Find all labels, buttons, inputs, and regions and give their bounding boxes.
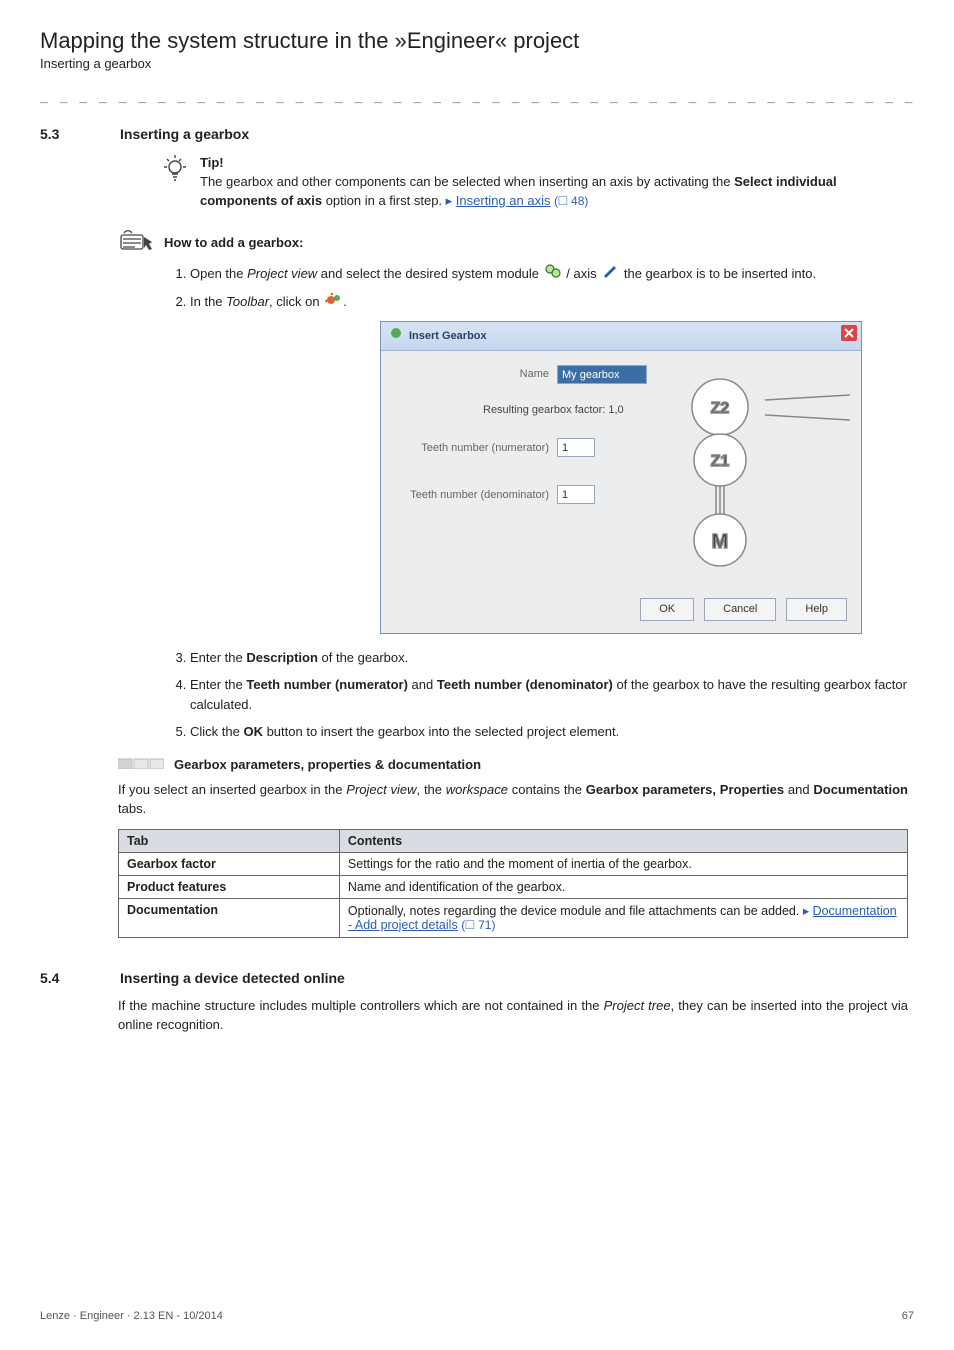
td-r1c1: Gearbox factor xyxy=(119,852,340,875)
label-name: Name xyxy=(399,366,549,383)
step2-i: Toolbar xyxy=(226,294,269,309)
input-name[interactable]: My gearbox xyxy=(557,365,647,384)
pageref-48: (🞎 48) xyxy=(554,194,588,208)
td-r3c1: Documentation xyxy=(119,898,340,937)
tab-strip-icon xyxy=(118,756,164,774)
axis-icon xyxy=(602,264,618,284)
para-e: tabs. xyxy=(118,801,146,816)
th-tab: Tab xyxy=(119,829,340,852)
s54-i: Project tree xyxy=(604,998,671,1013)
para-b: , the xyxy=(417,782,446,797)
step4-a: Enter the xyxy=(190,677,246,692)
footer-page-number: 67 xyxy=(902,1310,914,1322)
step5-bold: OK xyxy=(243,724,263,739)
para-bold1: Gearbox parameters, Properties xyxy=(586,782,784,797)
close-icon[interactable] xyxy=(841,325,857,347)
label-denominator: Teeth number (denominator) xyxy=(399,487,549,504)
svg-text:M: M xyxy=(712,531,729,553)
step2-c: . xyxy=(343,294,347,309)
label-result: Resulting gearbox factor: 1,0 xyxy=(483,402,665,419)
td-r3c2a: Optionally, notes regarding the device m… xyxy=(348,904,803,918)
input-numerator[interactable]: 1 xyxy=(557,438,595,457)
ok-button[interactable]: OK xyxy=(640,598,694,621)
step1-b: and select the desired system module xyxy=(317,266,542,281)
dialog-title-icon xyxy=(389,326,403,346)
pageref-71: (🞎 71) xyxy=(461,918,495,932)
dialog-title: Insert Gearbox xyxy=(409,328,487,345)
tabs-table: Tab Contents Gearbox factor Settings for… xyxy=(118,829,908,938)
paragraph-text: If you select an inserted gearbox in the… xyxy=(118,780,908,819)
th-contents: Contents xyxy=(339,829,907,852)
gearbox-diagram: Z2 Z1 M xyxy=(685,365,855,581)
step3-bold: Description xyxy=(246,650,318,665)
para-a: If you select an inserted gearbox in the xyxy=(118,782,346,797)
label-numerator: Teeth number (numerator) xyxy=(399,440,549,457)
input-denominator[interactable]: 1 xyxy=(557,485,595,504)
step3-a: Enter the xyxy=(190,650,246,665)
tip-text: The gearbox and other components can be … xyxy=(200,173,900,211)
step-3: Enter the Description of the gearbox. xyxy=(190,648,910,668)
procedure-icon xyxy=(120,229,154,256)
para-c: contains the xyxy=(508,782,586,797)
chapter-title: Mapping the system structure in the »Eng… xyxy=(40,28,914,54)
step1-a: Open the xyxy=(190,266,247,281)
footer-left: Lenze · Engineer · 2.13 EN - 10/2014 xyxy=(40,1310,223,1322)
help-button[interactable]: Help xyxy=(786,598,847,621)
separator-dashes: _ _ _ _ _ _ _ _ _ _ _ _ _ _ _ _ _ _ _ _ … xyxy=(40,89,914,104)
step1-i: Project view xyxy=(247,266,317,281)
section-number-53: 5.3 xyxy=(40,126,120,142)
td-r2c2: Name and identification of the gearbox. xyxy=(339,875,907,898)
cancel-button[interactable]: Cancel xyxy=(704,598,776,621)
link-inserting-axis[interactable]: Inserting an axis xyxy=(456,193,551,208)
para-bold2: Documentation xyxy=(813,782,908,797)
gearbox-toolbar-icon xyxy=(325,292,341,314)
step4-bold1: Teeth number (numerator) xyxy=(246,677,408,692)
step-5: Click the OK button to insert the gearbo… xyxy=(190,722,910,742)
paragraph-title: Gearbox parameters, properties & documen… xyxy=(174,757,481,772)
lightbulb-icon xyxy=(162,154,188,189)
para-d: and xyxy=(784,782,813,797)
section-heading-54: Inserting a device detected online xyxy=(120,970,345,986)
step1-c: / axis xyxy=(566,266,600,281)
section-heading-53: Inserting a gearbox xyxy=(120,126,249,142)
step3-b: of the gearbox. xyxy=(318,650,408,665)
td-r1c2: Settings for the ratio and the moment of… xyxy=(339,852,907,875)
tip-text-a: The gearbox and other components can be … xyxy=(200,174,734,189)
insert-gearbox-dialog-screenshot: Insert Gearbox Name My gearbox Resulting… xyxy=(380,321,910,634)
para-i2: workspace xyxy=(446,782,508,797)
step5-b: button to insert the gearbox into the se… xyxy=(263,724,619,739)
para-i1: Project view xyxy=(346,782,416,797)
section-number-54: 5.4 xyxy=(40,970,120,986)
s54-a: If the machine structure includes multip… xyxy=(118,998,604,1013)
step4-bold2: Teeth number (denominator) xyxy=(437,677,613,692)
step1-d: the gearbox is to be inserted into. xyxy=(624,266,816,281)
tip-text-b: option in a first step. xyxy=(322,193,446,208)
step5-a: Click the xyxy=(190,724,243,739)
step4-mid: and xyxy=(408,677,437,692)
step-4: Enter the Teeth number (numerator) and T… xyxy=(190,675,910,714)
step2-b: , click on xyxy=(269,294,323,309)
step-2: In the Toolbar, click on . Insert Gearbo… xyxy=(190,292,910,634)
howto-label: How to add a gearbox: xyxy=(164,235,303,250)
svg-text:Z1: Z1 xyxy=(711,453,730,470)
chapter-subtitle: Inserting a gearbox xyxy=(40,56,914,71)
svg-text:Z2: Z2 xyxy=(711,400,730,417)
s54-text: If the machine structure includes multip… xyxy=(118,996,908,1035)
td-r3c2: Optionally, notes regarding the device m… xyxy=(339,898,907,937)
step-1: Open the Project view and select the des… xyxy=(190,264,910,284)
td-r2c1: Product features xyxy=(119,875,340,898)
step2-a: In the xyxy=(190,294,226,309)
tip-label: Tip! xyxy=(200,154,900,173)
module-icon xyxy=(545,264,561,284)
